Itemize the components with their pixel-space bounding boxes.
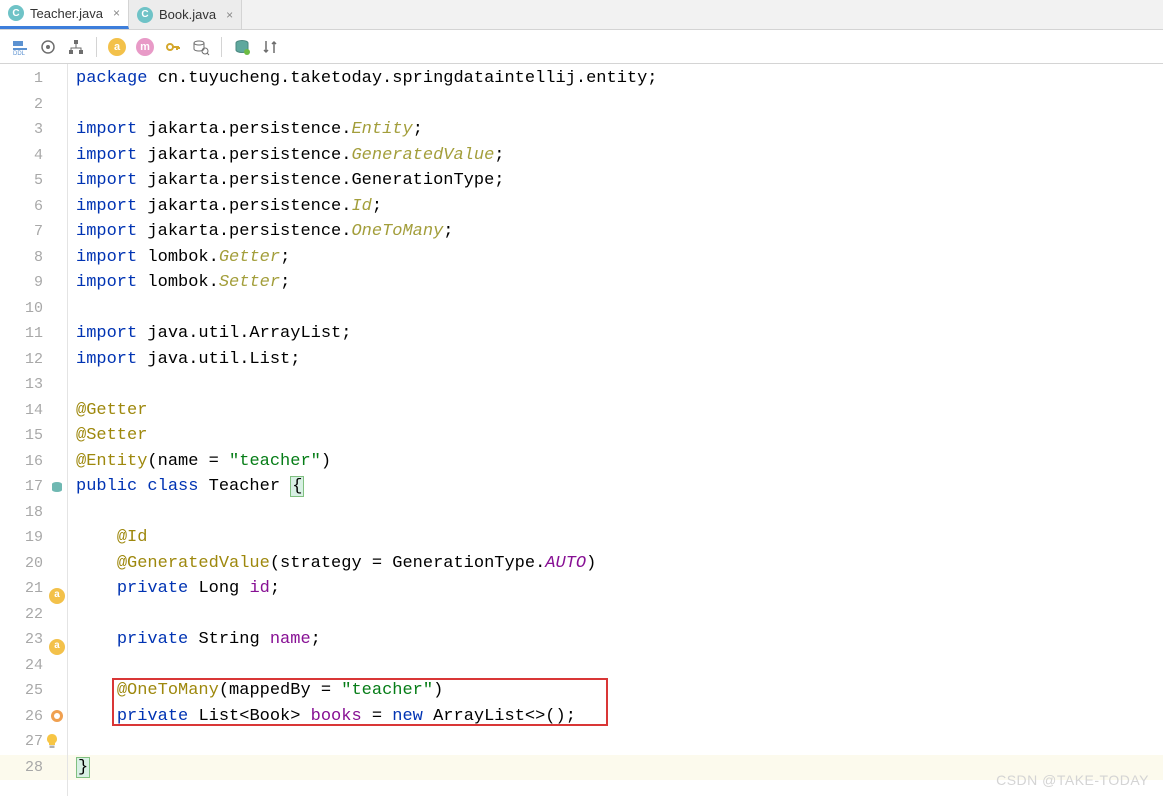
gutter-icon[interactable] — [49, 708, 65, 724]
gutter-icon[interactable]: a — [49, 581, 65, 597]
line-number[interactable]: 14 — [0, 398, 67, 424]
line-number[interactable]: 12 — [0, 347, 67, 373]
gutter-icon[interactable]: a — [49, 632, 65, 648]
tab-label: Book.java — [159, 7, 216, 22]
separator — [96, 37, 97, 57]
editor[interactable]: 123456789101112131415161718192021a2223a2… — [0, 64, 1163, 796]
line-number[interactable]: 16 — [0, 449, 67, 475]
line-number[interactable]: 23a — [0, 627, 67, 653]
tab-teacher-java[interactable]: C Teacher.java × — [0, 0, 129, 29]
hierarchy-button[interactable] — [64, 35, 88, 59]
tab-label: Teacher.java — [30, 6, 103, 21]
line-number[interactable]: 21a — [0, 576, 67, 602]
code-area[interactable]: package cn.tuyucheng.taketoday.springdat… — [68, 64, 1163, 796]
line-number[interactable]: 18 — [0, 500, 67, 526]
line-number[interactable]: 15 — [0, 423, 67, 449]
intention-bulb-icon[interactable] — [44, 733, 60, 749]
tab-bar: C Teacher.java × C Book.java × — [0, 0, 1163, 30]
gutter-icon[interactable] — [49, 479, 65, 495]
watermark: CSDN @TAKE-TODAY — [996, 772, 1149, 788]
line-number[interactable]: 8 — [0, 245, 67, 271]
datasource-button[interactable] — [230, 35, 254, 59]
line-number[interactable]: 5 — [0, 168, 67, 194]
line-number[interactable]: 7 — [0, 219, 67, 245]
line-number[interactable]: 2 — [0, 92, 67, 118]
line-number[interactable]: 28 — [0, 755, 67, 781]
target-button[interactable] — [36, 35, 60, 59]
line-number[interactable]: 25 — [0, 678, 67, 704]
line-number[interactable]: 11 — [0, 321, 67, 347]
gutter[interactable]: 123456789101112131415161718192021a2223a2… — [0, 64, 68, 796]
line-number[interactable]: 13 — [0, 372, 67, 398]
key-button[interactable] — [161, 35, 185, 59]
ddl-button[interactable]: DDL — [8, 35, 32, 59]
line-number[interactable]: 1 — [0, 66, 67, 92]
line-number[interactable]: 22 — [0, 602, 67, 628]
line-number[interactable]: 19 — [0, 525, 67, 551]
sort-button[interactable] — [258, 35, 282, 59]
line-number[interactable]: 9 — [0, 270, 67, 296]
tab-book-java[interactable]: C Book.java × — [129, 0, 242, 29]
attribute-m-button[interactable]: m — [133, 35, 157, 59]
line-number[interactable]: 17 — [0, 474, 67, 500]
close-icon[interactable]: × — [113, 6, 120, 20]
separator — [221, 37, 222, 57]
line-number[interactable]: 10 — [0, 296, 67, 322]
close-icon[interactable]: × — [226, 8, 233, 22]
class-icon: C — [8, 5, 24, 21]
toolbar: DDL a m — [0, 30, 1163, 64]
search-db-button[interactable] — [189, 35, 213, 59]
line-number[interactable]: 6 — [0, 194, 67, 220]
line-number[interactable]: 20 — [0, 551, 67, 577]
line-number[interactable]: 3 — [0, 117, 67, 143]
line-number[interactable]: 26 — [0, 704, 67, 730]
attribute-a-button[interactable]: a — [105, 35, 129, 59]
line-number[interactable]: 4 — [0, 143, 67, 169]
svg-text:DDL: DDL — [13, 51, 26, 56]
line-number[interactable]: 24 — [0, 653, 67, 679]
class-icon: C — [137, 7, 153, 23]
